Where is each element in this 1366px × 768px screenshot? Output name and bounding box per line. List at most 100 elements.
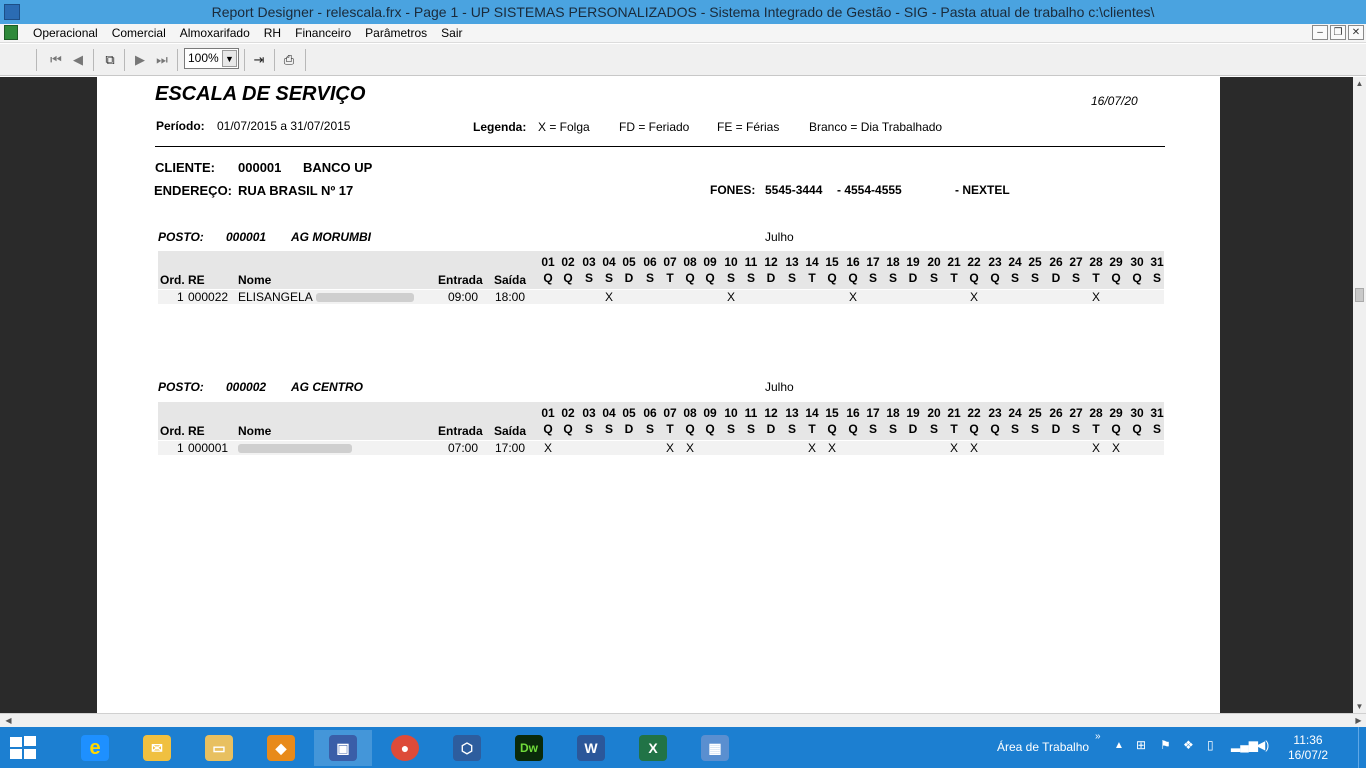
taskbar-dreamweaver[interactable]: Dw xyxy=(500,730,558,766)
menu-rh[interactable]: RH xyxy=(257,24,288,43)
weekday-letter: S xyxy=(1030,422,1039,436)
scroll-down-icon[interactable]: ▼ xyxy=(1353,700,1366,713)
legend-feriado: FD = Feriado xyxy=(619,120,690,134)
day-number: 21 xyxy=(947,406,961,420)
row-saida: 18:00 xyxy=(495,290,526,304)
volume-icon[interactable]: ◀) xyxy=(1256,738,1269,752)
weekday-letter: Q xyxy=(685,271,695,285)
scroll-left-icon[interactable]: ◀ xyxy=(2,714,15,727)
weekday-letter: T xyxy=(808,271,816,285)
day-number: 02 xyxy=(561,255,575,269)
client-label: CLIENTE: xyxy=(155,160,215,175)
menu-operacional[interactable]: Operacional xyxy=(26,24,105,43)
taskbar-excel[interactable]: X xyxy=(624,730,682,766)
chevron-down-icon[interactable]: ▼ xyxy=(222,50,237,67)
weekday-letter: S xyxy=(1152,422,1161,436)
scroll-up-icon[interactable]: ▲ xyxy=(1353,77,1366,90)
taskbar-visual-foxpro[interactable]: ◆ xyxy=(252,730,310,766)
day-number: 17 xyxy=(866,406,880,420)
printer-icon[interactable]: ⎙ xyxy=(279,50,299,70)
menu-almoxarifado[interactable]: Almoxarifado xyxy=(173,24,257,43)
last-page-icon[interactable]: ⏭ xyxy=(152,50,172,70)
weekday-letter: Q xyxy=(705,271,715,285)
dropbox-icon[interactable]: ❖ xyxy=(1183,738,1194,752)
desktop-toolbar-label[interactable]: Área de Trabalho xyxy=(997,740,1089,754)
vertical-scrollbar[interactable]: ▲ ▼ xyxy=(1353,77,1366,713)
first-page-icon[interactable]: ⏮ xyxy=(46,50,66,70)
network-signal-icon[interactable]: ▂▄▆ xyxy=(1231,738,1258,752)
menu-financeiro[interactable]: Financeiro xyxy=(288,24,358,43)
app-menu-icon[interactable] xyxy=(4,25,18,40)
weekday-letter: S xyxy=(604,422,613,436)
restore-icon[interactable]: ❐ xyxy=(1330,25,1346,40)
day-number: 22 xyxy=(967,406,981,420)
close-icon[interactable]: ✕ xyxy=(1348,25,1364,40)
horizontal-scrollbar[interactable]: ◀ ▶ xyxy=(0,713,1366,727)
taskbar-sig-app[interactable]: ▣ xyxy=(314,730,372,766)
toolbar-separator xyxy=(124,49,125,71)
day-number: 31 xyxy=(1150,406,1164,420)
weekday-letter: S xyxy=(604,271,613,285)
day-number: 17 xyxy=(866,255,880,269)
legend-label: Legenda: xyxy=(473,120,527,134)
weekday-letter: Q xyxy=(563,422,573,436)
day-number: 21 xyxy=(947,255,961,269)
day-number: 26 xyxy=(1049,255,1063,269)
folga-mark: X xyxy=(604,290,613,304)
menu-parametros[interactable]: Parâmetros xyxy=(358,24,434,43)
previous-page-icon[interactable]: ◀ xyxy=(68,50,88,70)
menu-sair[interactable]: Sair xyxy=(434,24,469,43)
toolbar-expand-icon[interactable]: » xyxy=(1095,731,1101,742)
taskbar-outlook[interactable]: ✉ xyxy=(128,730,186,766)
day-number: 28 xyxy=(1089,255,1103,269)
menu-comercial[interactable]: Comercial xyxy=(105,24,173,43)
scroll-right-icon[interactable]: ▶ xyxy=(1352,714,1365,727)
system-clock[interactable]: 11:36 16/07/2 xyxy=(1288,733,1328,763)
day-number: 23 xyxy=(988,255,1002,269)
day-number: 04 xyxy=(602,255,616,269)
toolbar-separator xyxy=(274,49,275,71)
show-desktop-button[interactable] xyxy=(1358,727,1366,768)
page-select-icon[interactable]: ⧉ xyxy=(100,50,120,70)
taskbar-virtualbox[interactable]: ⬡ xyxy=(438,730,496,766)
day-number: 02 xyxy=(561,406,575,420)
zoom-select[interactable]: 100% ▼ xyxy=(184,48,239,69)
zoom-value: 100% xyxy=(188,51,219,65)
tray-chevron-up-icon[interactable]: ▲ xyxy=(1114,740,1124,751)
virtualbox-icon: ⬡ xyxy=(453,735,481,761)
exit-preview-icon[interactable]: ⇥ xyxy=(249,50,269,70)
weekday-letter: T xyxy=(666,271,674,285)
weekday-letter: Q xyxy=(705,422,715,436)
next-page-icon[interactable]: ▶ xyxy=(130,50,150,70)
taskbar-internet-explorer[interactable]: e xyxy=(66,730,124,766)
column-ord-re: Ord. RE xyxy=(160,424,205,438)
redacted-name xyxy=(316,293,414,302)
action-center-flag-icon[interactable]: ⚑ xyxy=(1160,738,1171,752)
day-number: 07 xyxy=(663,255,677,269)
taskbar-word[interactable]: W xyxy=(562,730,620,766)
day-number: 23 xyxy=(988,406,1002,420)
windows-logo-icon xyxy=(10,737,22,747)
windows-tray-icon[interactable]: ⊞ xyxy=(1136,738,1146,752)
folga-mark: X xyxy=(969,441,978,455)
taskbar-explorer[interactable]: ▭ xyxy=(190,730,248,766)
window-title-bar[interactable]: Report Designer - relescala.frx - Page 1… xyxy=(0,0,1366,24)
column-nome: Nome xyxy=(238,273,272,287)
battery-icon[interactable]: ▯ xyxy=(1207,738,1214,752)
minimize-icon[interactable]: – xyxy=(1312,25,1328,40)
taskbar-calculator[interactable]: ▦ xyxy=(686,730,744,766)
taskbar-chrome[interactable]: ● xyxy=(376,730,434,766)
address-value: RUA BRASIL Nº 17 xyxy=(238,183,354,198)
scroll-thumb[interactable] xyxy=(1355,288,1364,302)
column-saida: Saída xyxy=(494,424,527,438)
folga-mark: X xyxy=(1091,441,1100,455)
day-number: 25 xyxy=(1028,255,1042,269)
weekday-letter: Q xyxy=(848,422,858,436)
folga-mark: X xyxy=(1091,290,1100,304)
weekday-letter: T xyxy=(666,422,674,436)
day-number: 16 xyxy=(846,255,860,269)
day-number: 27 xyxy=(1069,406,1083,420)
start-button[interactable] xyxy=(10,736,38,760)
day-number: 08 xyxy=(683,255,697,269)
day-number: 15 xyxy=(825,255,839,269)
